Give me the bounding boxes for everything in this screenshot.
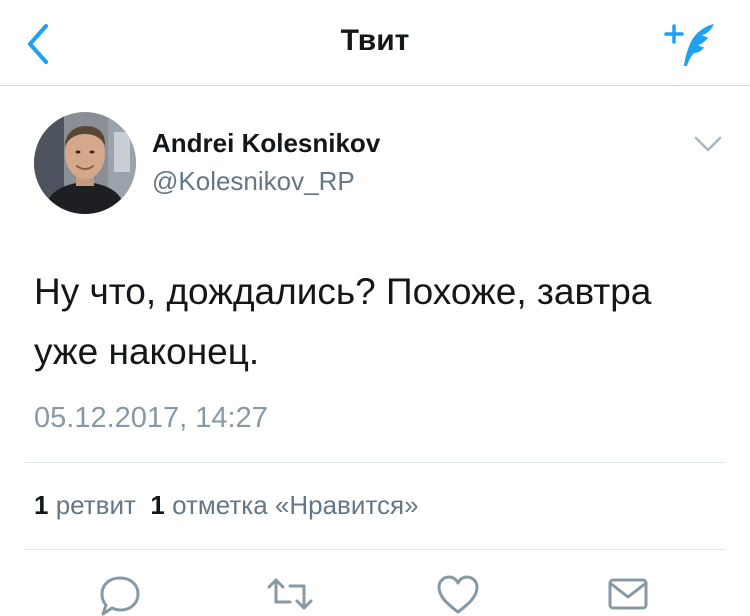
heart-icon <box>437 575 479 614</box>
author-name[interactable]: Andrei Kolesnikov <box>152 128 380 159</box>
tweet-menu-button[interactable] <box>692 132 724 156</box>
navigation-bar: Твит <box>0 0 750 86</box>
profile-photo <box>34 112 136 214</box>
tweet-timestamp: 05.12.2017, 14:27 <box>34 402 268 434</box>
reply-button[interactable] <box>96 572 144 616</box>
compose-tweet-button[interactable] <box>664 20 716 68</box>
tweet-stats: 1 ретвит 1 отметка «Нравится» <box>34 490 419 521</box>
author-handle[interactable]: @Kolesnikov_RP <box>152 166 355 197</box>
divider <box>24 462 726 463</box>
reply-icon <box>100 576 140 616</box>
avatar[interactable] <box>34 112 136 214</box>
likes-label: отметка «Нравится» <box>172 490 419 520</box>
like-button[interactable] <box>434 572 482 616</box>
envelope-icon <box>608 578 648 610</box>
tweet-text: Ну что, дождались? Похоже, завтра уже на… <box>34 271 652 372</box>
retweets-count: 1 <box>34 490 49 520</box>
retweet-button[interactable] <box>266 572 314 616</box>
page-title: Твит <box>340 24 410 57</box>
retweet-icon <box>267 578 313 610</box>
tweet-actions <box>0 566 750 616</box>
likes-count: 1 <box>150 490 165 520</box>
share-button[interactable] <box>604 572 652 616</box>
likes-stat[interactable]: 1 отметка «Нравится» <box>150 490 418 520</box>
chevron-down-icon <box>694 136 722 152</box>
compose-tweet-icon <box>664 24 714 66</box>
divider <box>24 549 726 550</box>
retweets-label: ретвит <box>55 490 136 520</box>
retweets-stat[interactable]: 1 ретвит <box>34 490 136 520</box>
